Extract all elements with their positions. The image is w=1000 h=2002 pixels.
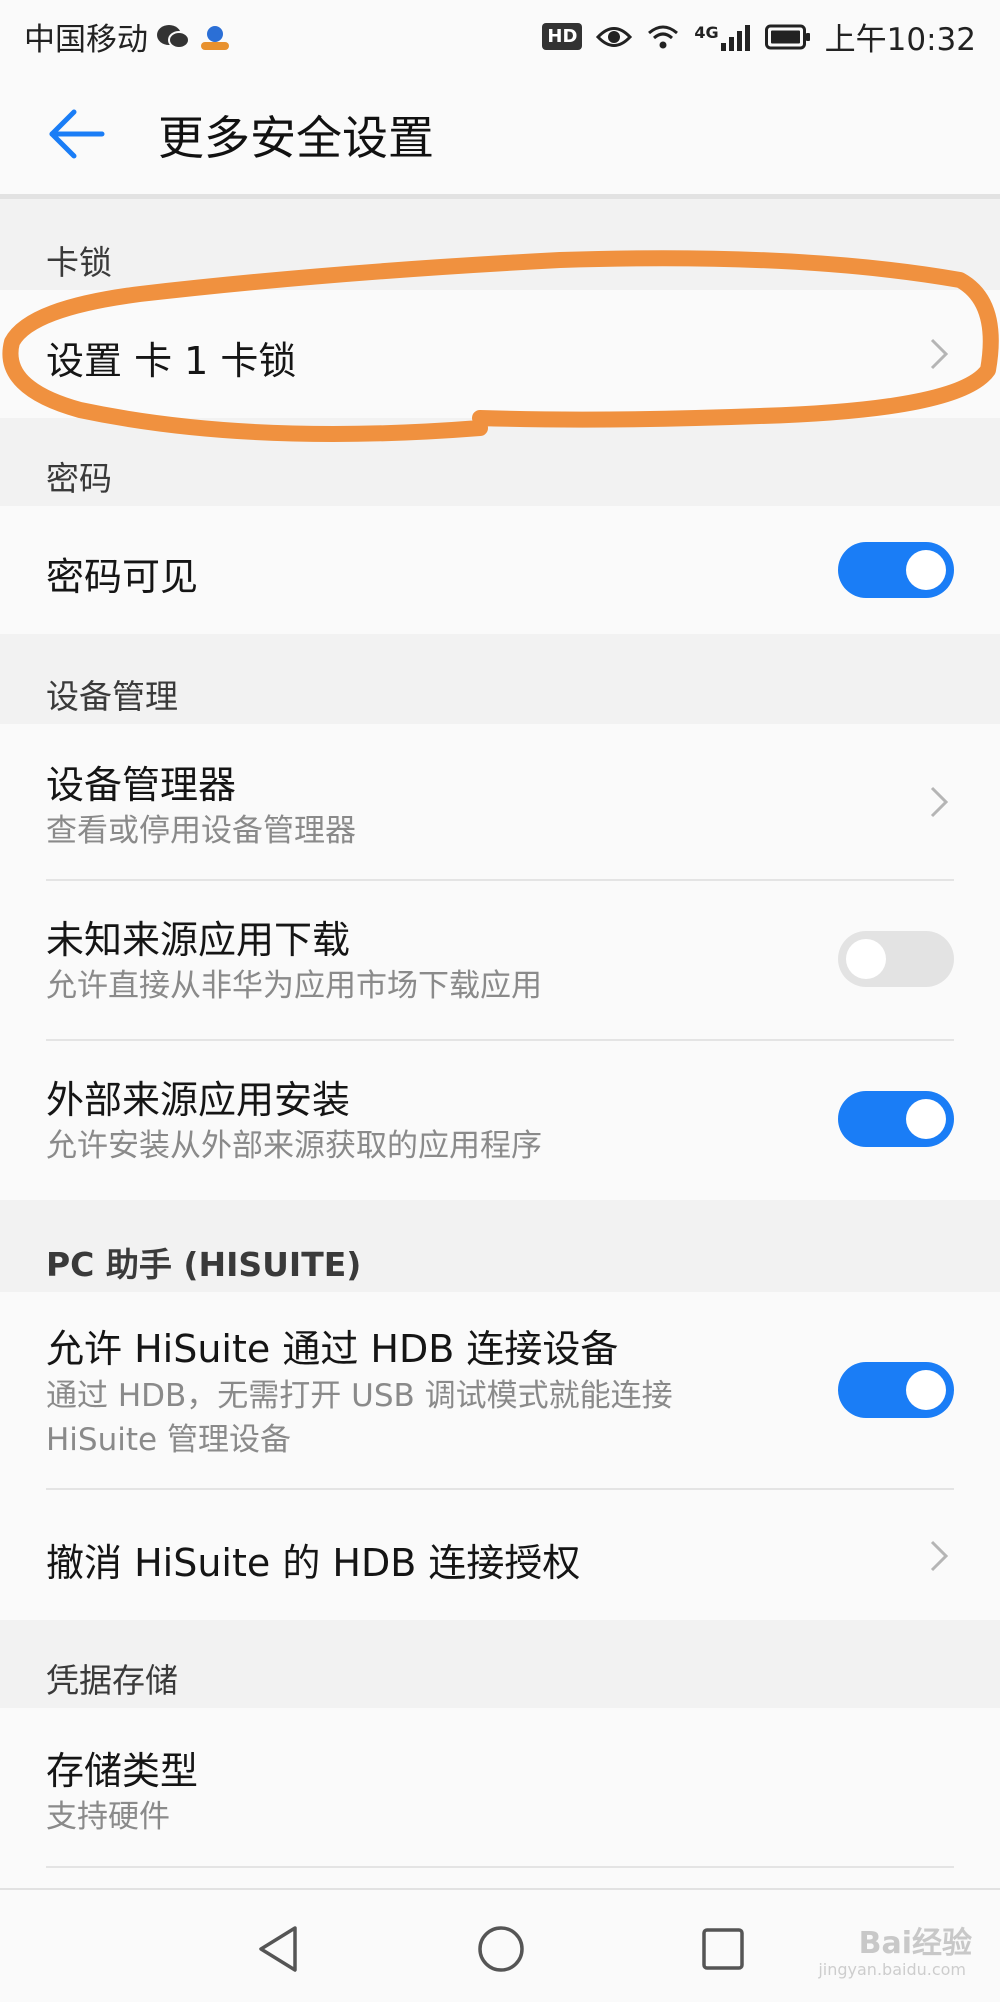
device-management-card: 设备管理器 查看或停用设备管理器 未知来源应用下载 允许直接从非华为应用市场下载… (0, 724, 1000, 1200)
network-type-label: 4G (694, 22, 719, 42)
status-right: HD 4G 上午10:32 (542, 14, 976, 59)
eye-icon (596, 26, 633, 47)
battery-icon (764, 24, 810, 49)
unknown-sources-subtitle: 允许直接从非华为应用市场下载应用 (46, 968, 542, 1004)
status-left: 中国移动 (24, 14, 232, 59)
divider (46, 1866, 954, 1868)
watermark-url: jingyan.baidu.com (818, 1960, 966, 1979)
hd-badge: HD (542, 23, 583, 50)
password-visible-title: 密码可见 (46, 555, 199, 599)
device-admins-title: 设备管理器 (46, 763, 237, 807)
baidu-icon (201, 25, 229, 50)
storage-type-subtitle: 支持硬件 (46, 1799, 170, 1835)
page-title: 更多安全设置 (158, 111, 434, 165)
carrier-label: 中国移动 (24, 22, 148, 58)
revoke-hdb-item[interactable]: 撤消 HiSuite 的 HDB 连接授权 (46, 1490, 954, 1620)
section-header-pc-assistant: PC 助手 (HISUITE) (46, 1245, 362, 1284)
pc-assistant-card: 允许 HiSuite 通过 HDB 连接设备 通过 HDB，无需打开 USB 调… (0, 1292, 1000, 1620)
unknown-sources-toggle[interactable] (838, 931, 954, 987)
storage-type-title: 存储类型 (46, 1749, 199, 1793)
external-sources-subtitle: 允许安装从外部来源获取的应用程序 (46, 1128, 542, 1164)
toggle-knob (906, 550, 946, 590)
navigation-bar (0, 1888, 1000, 2002)
section-header-credential-storage: 凭据存储 (46, 1661, 178, 1700)
external-sources-title: 外部来源应用安装 (46, 1078, 351, 1122)
credential-storage-card: 存储类型 支持硬件 (0, 1708, 1000, 1888)
toggle-knob (906, 1099, 946, 1139)
unknown-sources-title: 未知来源应用下载 (46, 918, 351, 962)
cellular-signal-icon: 4G (694, 23, 750, 51)
clock-label: 上午10:32 (824, 22, 976, 58)
chevron-right-icon (930, 1540, 949, 1572)
section-header-device-management: 设备管理 (46, 677, 178, 716)
unknown-sources-item: 未知来源应用下载 允许直接从非华为应用市场下载应用 (46, 881, 954, 1039)
toggle-knob (846, 939, 886, 979)
hisuite-hdb-title: 允许 HiSuite 通过 HDB 连接设备 (46, 1327, 619, 1371)
wechat-icon (157, 24, 190, 49)
wifi-icon (648, 25, 679, 48)
external-sources-toggle[interactable] (838, 1091, 954, 1147)
device-admins-subtitle: 查看或停用设备管理器 (46, 813, 356, 849)
back-triangle-icon[interactable] (255, 1924, 301, 1974)
password-visible-item: 密码可见 (46, 506, 954, 634)
hisuite-hdb-subtitle-line2: HiSuite 管理设备 (46, 1422, 291, 1458)
password-card: 密码可见 (0, 506, 1000, 634)
storage-type-item[interactable]: 存储类型 支持硬件 (46, 1708, 954, 1866)
password-visible-toggle[interactable] (838, 542, 954, 598)
revoke-hdb-title: 撤消 HiSuite 的 HDB 连接授权 (46, 1541, 581, 1585)
toggle-knob (906, 1370, 946, 1410)
hisuite-hdb-toggle[interactable] (838, 1362, 954, 1418)
back-arrow-icon[interactable] (44, 104, 108, 164)
hisuite-hdb-subtitle-line1: 通过 HDB，无需打开 USB 调试模式就能连接 (46, 1378, 673, 1414)
highlight-annotation (2, 250, 999, 442)
hisuite-hdb-item: 允许 HiSuite 通过 HDB 连接设备 通过 HDB，无需打开 USB 调… (46, 1292, 954, 1488)
recents-square-icon[interactable] (700, 1926, 746, 1972)
watermark-logo: Bai经验 (858, 1926, 972, 1961)
external-sources-item: 外部来源应用安装 允许安装从外部来源获取的应用程序 (46, 1041, 954, 1200)
app-bar: 更多安全设置 (0, 70, 1000, 199)
device-admins-item[interactable]: 设备管理器 查看或停用设备管理器 (46, 724, 954, 879)
home-circle-icon[interactable] (476, 1924, 526, 1974)
status-bar: 中国移动 HD 4G 上午10:32 (0, 0, 1000, 70)
chevron-right-icon (930, 786, 949, 818)
